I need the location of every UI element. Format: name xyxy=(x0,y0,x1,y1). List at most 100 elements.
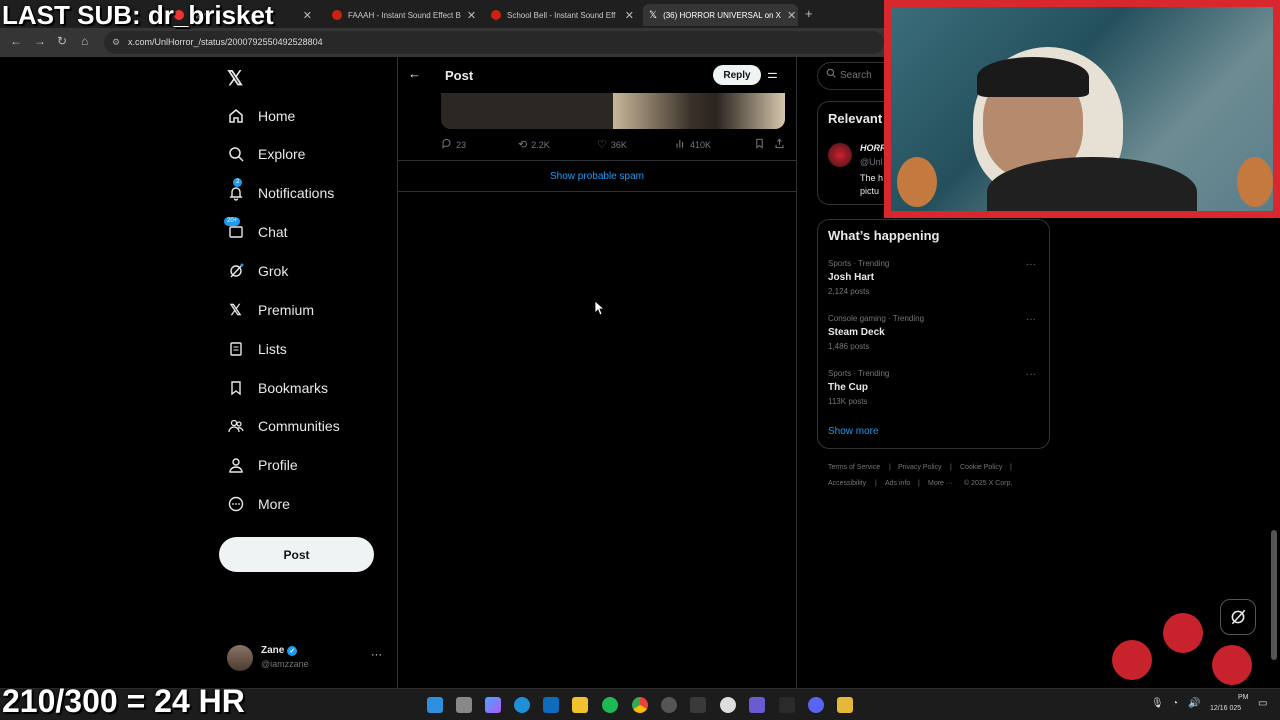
more-icon[interactable]: ··· xyxy=(1026,259,1036,270)
nav-item-communities[interactable]: Communities xyxy=(227,411,340,441)
share-icon[interactable] xyxy=(774,138,785,149)
footer-link[interactable]: Ads info xyxy=(885,480,910,487)
tab-close-icon[interactable]: ✕ xyxy=(303,9,312,22)
search-icon xyxy=(227,146,244,163)
task-view-icon[interactable] xyxy=(456,697,472,713)
nav-item-explore[interactable]: Explore xyxy=(227,139,305,169)
notification-center-icon[interactable]: ▭ xyxy=(1258,698,1267,709)
more-icon[interactable]: ··· xyxy=(371,649,382,661)
reload-icon[interactable]: ↻ xyxy=(57,34,67,48)
show-more-link[interactable]: Show more xyxy=(828,426,879,437)
tab-close-icon[interactable]: ✕ xyxy=(787,9,796,22)
nav-item-lists[interactable]: Lists xyxy=(227,334,287,364)
nav-item-more[interactable]: More xyxy=(227,489,290,519)
repost-metric[interactable]: ⟲ 2.2K xyxy=(518,138,550,151)
more-icon[interactable]: ··· xyxy=(1026,314,1036,325)
app-icon[interactable] xyxy=(720,697,736,713)
nav-label: Profile xyxy=(258,457,298,473)
footer-link[interactable]: More ··· xyxy=(928,480,953,487)
back-arrow-icon[interactable]: ← xyxy=(408,66,421,81)
nav-item-profile[interactable]: Profile xyxy=(227,450,298,480)
footer-link[interactable]: Terms of Service xyxy=(828,464,880,471)
browser-tab[interactable]: FAAAH - Instant Sound Effect B ✕ xyxy=(326,4,481,26)
home-browser-icon[interactable]: ⌂ xyxy=(81,34,88,48)
nav-label: Chat xyxy=(258,224,288,240)
nav-label: More xyxy=(258,496,290,512)
trend-item[interactable]: Sports · Trending Josh Hart 2,124 posts … xyxy=(818,256,1049,304)
address-bar[interactable]: ⚙ x.com/UnlHorror_/status/20007925504925… xyxy=(104,31,884,54)
back-icon[interactable]: ← xyxy=(10,34,22,48)
site-info-icon[interactable]: ⚙ xyxy=(112,31,120,54)
copilot-icon[interactable] xyxy=(485,697,501,713)
nav-item-premium[interactable]: 𝕏 Premium xyxy=(227,295,314,325)
reply-count: 23 xyxy=(456,139,467,150)
teams-icon[interactable] xyxy=(749,697,765,713)
avatar[interactable] xyxy=(828,143,852,167)
tab-title: (36) HORROR UNIVERSAL on X xyxy=(663,10,782,20)
person-icon xyxy=(227,457,244,474)
filter-settings-icon[interactable]: ⚌ xyxy=(767,67,778,81)
store-icon[interactable] xyxy=(690,697,706,713)
reply-metric[interactable]: 23 xyxy=(441,138,466,151)
browser-tab[interactable]: School Bell - Instant Sound Eff ✕ xyxy=(485,4,640,26)
trend-item[interactable]: Sports · Trending The Cup 113K posts ··· xyxy=(818,366,1049,414)
bell-icon: 2 xyxy=(227,177,244,202)
bookmark-icon xyxy=(227,380,244,397)
forward-icon[interactable]: → xyxy=(34,34,46,48)
more-icon[interactable]: ··· xyxy=(1026,369,1036,380)
chrome-icon[interactable] xyxy=(632,697,648,713)
grok-float-button[interactable] xyxy=(1220,599,1256,635)
tab-close-icon[interactable]: ✕ xyxy=(625,9,634,22)
gingerbread-icon xyxy=(1237,157,1273,207)
wifi-icon[interactable]: ◔ xyxy=(1172,698,1178,709)
nav-item-home[interactable]: Home xyxy=(227,101,295,131)
clock-date[interactable]: 12/16 025 xyxy=(1210,705,1241,712)
like-metric[interactable]: ♡ 36K xyxy=(597,138,627,151)
post-media[interactable] xyxy=(441,93,785,129)
search-icon xyxy=(826,63,836,89)
post-button[interactable]: Post xyxy=(219,537,374,572)
trend-item[interactable]: Console gaming · Trending Steam Deck 1,4… xyxy=(818,311,1049,359)
shirt xyxy=(987,157,1197,211)
tab-close-icon[interactable]: ✕ xyxy=(467,9,476,22)
repost-icon: ⟲ xyxy=(518,139,528,151)
new-tab-icon[interactable]: + xyxy=(805,6,813,21)
page-title: Post xyxy=(445,68,474,83)
chat-icon: 20+ xyxy=(224,216,244,241)
footer-link[interactable]: Cookie Policy xyxy=(960,464,1002,471)
microphone-icon[interactable]: 🎙 xyxy=(1151,698,1164,709)
clock-time[interactable]: PM xyxy=(1238,694,1249,701)
relevant-account-bio: pictu xyxy=(860,186,880,196)
nav-item-grok[interactable]: Grok xyxy=(227,256,288,286)
tab-favicon-icon xyxy=(332,10,342,20)
start-icon[interactable] xyxy=(427,697,443,713)
relevant-account-handle: @Unl xyxy=(860,157,883,167)
like-count: 36K xyxy=(610,139,627,150)
nav-item-notifications[interactable]: 2 Notifications xyxy=(227,177,334,208)
beanie xyxy=(977,57,1089,97)
nav-item-bookmarks[interactable]: Bookmarks xyxy=(227,373,328,403)
browser-tab-active[interactable]: 𝕏 (36) HORROR UNIVERSAL on X ✕ xyxy=(643,4,798,26)
file-explorer-icon[interactable] xyxy=(572,697,588,713)
xbox-icon[interactable] xyxy=(602,697,618,713)
relevant-account-name[interactable]: HORR xyxy=(860,143,887,153)
footer-link[interactable]: Accessibility xyxy=(828,480,866,487)
account-name: Zane xyxy=(261,645,285,656)
account-switcher[interactable]: Zane ✓ @iamzzane ··· xyxy=(227,645,387,673)
app-icon[interactable] xyxy=(779,697,795,713)
discord-icon[interactable] xyxy=(808,697,824,713)
app-icon[interactable] xyxy=(837,697,853,713)
tab-title: FAAAH - Instant Sound Effect B xyxy=(348,10,461,20)
x-logo-icon[interactable]: 𝕏 xyxy=(227,66,243,91)
reply-button[interactable]: Reply xyxy=(713,65,761,85)
views-metric[interactable]: 410K xyxy=(675,138,711,151)
obs-icon[interactable] xyxy=(661,697,677,713)
nav-item-chat[interactable]: 20+ Chat xyxy=(224,216,288,247)
scrollbar-thumb[interactable] xyxy=(1271,530,1277,660)
bookmark-post-icon[interactable] xyxy=(754,138,765,149)
edge-icon[interactable] xyxy=(514,697,530,713)
show-probable-spam-link[interactable]: Show probable spam xyxy=(398,160,796,192)
outlook-icon[interactable] xyxy=(543,697,559,713)
footer-link[interactable]: Privacy Policy xyxy=(898,464,942,471)
volume-icon[interactable]: 🔊 xyxy=(1188,698,1200,709)
